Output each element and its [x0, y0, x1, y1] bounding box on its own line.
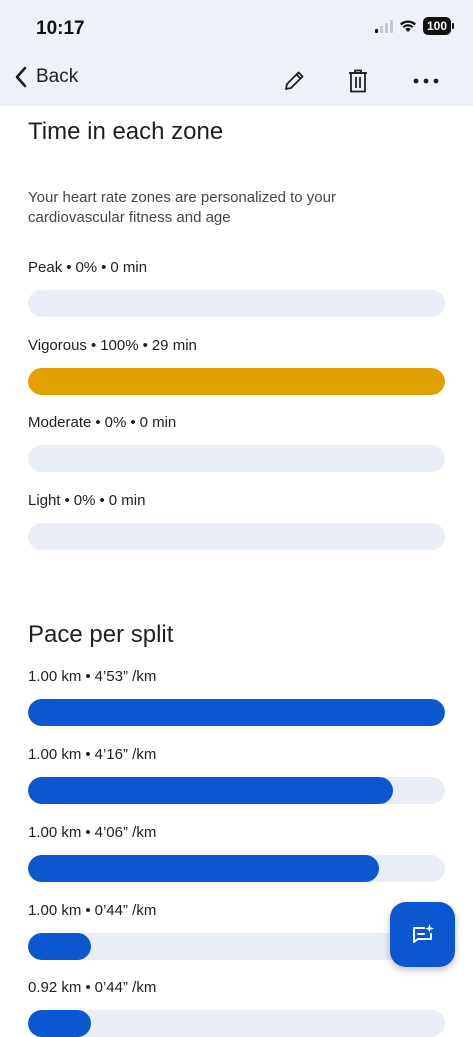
zone-bar-track	[28, 290, 445, 317]
split-bar-fill	[28, 699, 445, 726]
split-row: 1.00 km • 0’44” /km	[28, 901, 445, 960]
pace-title: Pace per split	[28, 621, 174, 648]
status-time: 10:17	[36, 18, 85, 39]
split-bar-fill	[28, 855, 380, 882]
split-pace: 4’53” /km	[94, 668, 157, 685]
split-bar-track	[28, 933, 445, 960]
separator-dot: •	[85, 824, 91, 841]
delete-button[interactable]	[342, 65, 374, 97]
zone-duration: 29 min	[151, 337, 197, 354]
zone-label: Peak • 0% • 0 min	[28, 258, 445, 278]
split-bar-fill	[28, 777, 394, 804]
split-bar-track	[28, 699, 445, 726]
separator-dot: •	[85, 668, 91, 685]
split-row: 1.00 km • 4’16” /km	[28, 745, 445, 804]
split-distance: 1.00 km	[28, 902, 82, 919]
status-icons: 100	[374, 17, 455, 35]
separator-dot: •	[130, 414, 136, 431]
zone-percent: 100%	[100, 337, 139, 354]
zones-title: Time in each zone	[28, 118, 224, 145]
separator-dot: •	[95, 414, 101, 431]
separator-dot: •	[64, 492, 70, 509]
zone-label: Vigorous • 100% • 29 min	[28, 336, 445, 356]
split-row: 1.00 km • 4’53” /km	[28, 667, 445, 726]
zone-bar-track	[28, 523, 445, 550]
wifi-icon	[399, 20, 416, 32]
back-label: Back	[36, 66, 79, 87]
separator-dot: •	[101, 259, 107, 276]
zone-row: Moderate • 0% • 0 min	[28, 413, 445, 472]
zone-row: Light • 0% • 0 min	[28, 491, 445, 550]
zones-subtitle: Your heart rate zones are personalized t…	[28, 189, 336, 226]
more-icon	[413, 78, 439, 84]
split-row: 1.00 km • 4’06” /km	[28, 823, 445, 882]
split-pace: 0’44” /km	[94, 902, 157, 919]
ai-chat-icon	[412, 923, 434, 943]
split-pace: 4’06” /km	[94, 824, 157, 841]
zone-name: Light	[28, 492, 61, 509]
top-area: 10:17 100 Back	[0, 0, 473, 106]
zone-percent: 0%	[73, 492, 96, 509]
split-distance: 1.00 km	[28, 824, 82, 841]
zone-bar-fill	[28, 368, 445, 395]
edit-icon	[285, 71, 304, 90]
split-bar-fill	[28, 933, 91, 960]
split-label: 0.92 km • 0’44” /km	[28, 978, 445, 998]
zone-percent: 0%	[75, 259, 98, 276]
chevron-left-icon	[15, 66, 27, 88]
zone-label: Light • 0% • 0 min	[28, 491, 445, 511]
split-label: 1.00 km • 4’53” /km	[28, 667, 445, 687]
separator-dot: •	[142, 337, 148, 354]
split-bar-track	[28, 855, 445, 882]
zone-bar-track	[28, 368, 445, 395]
zone-bar-track	[28, 445, 445, 472]
zone-name: Moderate	[28, 414, 92, 431]
battery-indicator: 100	[422, 17, 455, 35]
zone-name: Vigorous	[28, 337, 87, 354]
split-distance: 1.00 km	[28, 668, 82, 685]
zone-label: Moderate • 0% • 0 min	[28, 413, 445, 433]
zone-name: Peak	[28, 259, 63, 276]
zone-percent: 0%	[104, 414, 127, 431]
separator-dot: •	[85, 746, 91, 763]
edit-button[interactable]	[278, 65, 310, 97]
zone-row: Vigorous • 100% • 29 min	[28, 336, 445, 395]
zone-duration: 0 min	[108, 492, 146, 509]
more-options-button[interactable]	[410, 65, 442, 97]
delete-icon	[349, 69, 367, 93]
ai-chat-fab[interactable]	[390, 902, 455, 967]
separator-dot: •	[90, 337, 97, 354]
separator-dot: •	[85, 902, 91, 919]
zone-duration: 0 min	[139, 414, 177, 431]
zone-duration: 0 min	[110, 259, 148, 276]
split-pace: 0’44” /km	[94, 979, 157, 996]
split-row: 0.92 km • 0’44” /km	[28, 978, 445, 1037]
split-label: 1.00 km • 4’16” /km	[28, 745, 445, 765]
separator-dot: •	[85, 979, 91, 996]
separator-dot: •	[99, 492, 105, 509]
split-label: 1.00 km • 4’06” /km	[28, 823, 445, 843]
back-button[interactable]: Back	[14, 66, 78, 88]
split-label: 1.00 km • 0’44” /km	[28, 901, 445, 921]
split-distance: 1.00 km	[28, 746, 82, 763]
nav-bar: Back	[0, 56, 473, 106]
status-bar: 10:17 100	[0, 0, 473, 56]
split-pace: 4’16” /km	[94, 746, 157, 763]
zone-row: Peak • 0% • 0 min	[28, 258, 445, 317]
split-distance: 0.92 km	[28, 979, 82, 996]
split-bar-track	[28, 777, 445, 804]
separator-dot: •	[66, 259, 72, 276]
cellular-signal-icon	[374, 19, 393, 33]
